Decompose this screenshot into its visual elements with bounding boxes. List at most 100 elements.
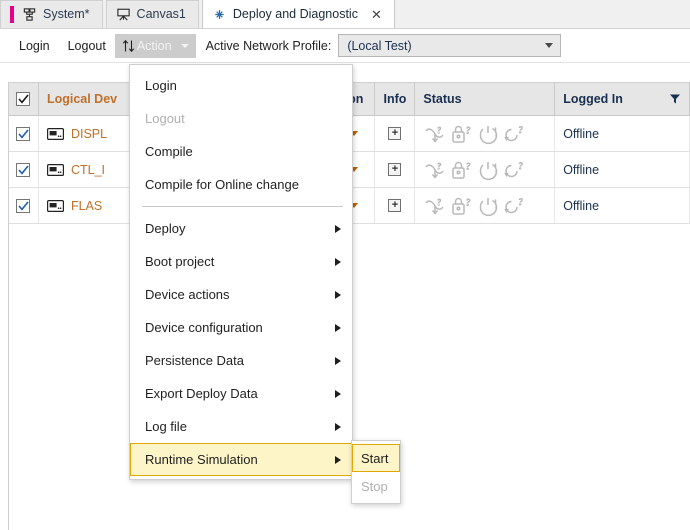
- action-menu: Login Logout Compile Compile for Online …: [129, 64, 353, 480]
- menu-item-persistence-data[interactable]: Persistence Data: [130, 344, 352, 377]
- row-device-name: DISPL: [70, 126, 108, 141]
- menu-item-label: Export Deploy Data: [145, 386, 258, 401]
- menu-item-boot-project[interactable]: Boot project: [130, 245, 352, 278]
- chevron-down-icon: [180, 43, 189, 48]
- expand-plus-icon[interactable]: +: [388, 199, 402, 212]
- menu-item-label: Compile: [145, 144, 193, 159]
- header-info[interactable]: Info: [375, 83, 416, 115]
- menu-item-label: Logout: [145, 111, 185, 126]
- row-device-name: CTL_I: [70, 162, 105, 177]
- tab-deploy-and-diagnostic[interactable]: Deploy and Diagnostic ✕: [201, 0, 395, 28]
- header-logged-in[interactable]: Logged In: [555, 83, 690, 115]
- lock-question-icon[interactable]: [450, 159, 475, 181]
- row-status-cell: [415, 152, 556, 187]
- chevron-right-icon: [335, 257, 341, 266]
- menu-item-deploy[interactable]: Deploy: [130, 212, 352, 245]
- login-button-label: Login: [19, 38, 50, 53]
- toolbar: Login Logout Action Active Network Profi…: [0, 29, 690, 63]
- runtime-simulation-submenu: Start Stop: [351, 440, 401, 504]
- refresh-question-icon[interactable]: [504, 123, 529, 145]
- power-warning-icon[interactable]: [477, 159, 502, 181]
- system-icon: [23, 8, 36, 21]
- menu-item-label: Device actions: [145, 287, 230, 302]
- menu-item-login[interactable]: Login: [130, 69, 352, 102]
- menu-item-compile-for-online-change[interactable]: Compile for Online change: [130, 168, 352, 201]
- lock-question-icon[interactable]: [450, 123, 475, 145]
- tab-strip: System* Canvas1 Deploy and Diagnostic ✕: [0, 0, 690, 29]
- menu-item-export-deploy-data[interactable]: Export Deploy Data: [130, 377, 352, 410]
- menu-item-device-configuration[interactable]: Device configuration: [130, 311, 352, 344]
- row-device-name: FLAS: [70, 198, 103, 213]
- row-status-cell: [415, 188, 556, 223]
- menu-item-label: Compile for Online change: [145, 177, 299, 192]
- tab-canvas1[interactable]: Canvas1: [105, 0, 199, 28]
- row-logged-in-cell: Offline: [555, 116, 690, 151]
- tab-close-icon[interactable]: ✕: [371, 8, 382, 21]
- row-logged-in-cell: Offline: [555, 152, 690, 187]
- menu-item-logout: Logout: [130, 102, 352, 135]
- canvas-easel-icon: [116, 8, 130, 21]
- action-dropdown-button[interactable]: Action: [114, 33, 196, 58]
- submenu-item-label: Stop: [361, 478, 388, 494]
- download-arrow-icon[interactable]: [423, 195, 448, 217]
- lock-question-icon[interactable]: [450, 195, 475, 217]
- row-checkbox[interactable]: [16, 162, 31, 177]
- logout-button-label: Logout: [67, 38, 106, 53]
- menu-item-label: Device configuration: [145, 320, 263, 335]
- row-status-cell: [415, 116, 556, 151]
- expand-plus-icon[interactable]: +: [388, 127, 402, 140]
- power-warning-icon[interactable]: [477, 195, 502, 217]
- download-arrow-icon[interactable]: [423, 159, 448, 181]
- row-checkbox-cell[interactable]: [9, 188, 39, 223]
- chevron-right-icon: [335, 356, 341, 365]
- filter-icon[interactable]: [669, 93, 681, 105]
- device-icon: [46, 199, 64, 212]
- refresh-question-icon[interactable]: [504, 195, 529, 217]
- header-logged-in-label: Logged In: [563, 92, 623, 106]
- header-status[interactable]: Status: [415, 83, 556, 115]
- expand-plus-icon[interactable]: +: [388, 163, 402, 176]
- tab-system[interactable]: System*: [0, 0, 103, 28]
- system-accent-bar: [10, 6, 14, 23]
- device-icon: [46, 127, 64, 140]
- row-checkbox-cell[interactable]: [9, 116, 39, 151]
- menu-item-log-file[interactable]: Log file: [130, 410, 352, 443]
- menu-item-compile[interactable]: Compile: [130, 135, 352, 168]
- chevron-right-icon: [335, 290, 341, 299]
- row-logged-in-cell: Offline: [555, 188, 690, 223]
- menu-separator: [142, 206, 343, 207]
- submenu-item-label: Start: [361, 450, 389, 466]
- power-warning-icon[interactable]: [477, 123, 502, 145]
- row-info-cell[interactable]: +: [375, 116, 416, 151]
- login-button[interactable]: Login: [10, 34, 59, 58]
- menu-item-label: Login: [145, 78, 177, 93]
- row-info-cell[interactable]: +: [375, 188, 416, 223]
- refresh-question-icon[interactable]: [504, 159, 529, 181]
- chevron-down-icon: [545, 43, 554, 48]
- logout-button[interactable]: Logout: [59, 34, 115, 58]
- menu-item-label: Persistence Data: [145, 353, 244, 368]
- chevron-right-icon: [335, 389, 341, 398]
- row-checkbox[interactable]: [16, 126, 31, 141]
- menu-item-label: Boot project: [145, 254, 215, 269]
- active-network-profile-select[interactable]: (Local Test): [338, 34, 562, 57]
- download-arrow-icon[interactable]: [423, 123, 448, 145]
- menu-item-label: Runtime Simulation: [145, 452, 258, 467]
- row-checkbox[interactable]: [16, 198, 31, 213]
- chevron-right-icon: [335, 455, 341, 464]
- row-info-cell[interactable]: +: [375, 152, 416, 187]
- up-down-arrows-icon: [122, 39, 134, 52]
- active-network-profile-value: (Local Test): [347, 38, 412, 53]
- device-icon: [46, 163, 64, 176]
- select-all-checkbox[interactable]: [16, 92, 31, 106]
- action-button-label: Action: [136, 38, 172, 53]
- row-checkbox-cell[interactable]: [9, 152, 39, 187]
- tab-canvas1-label: Canvas1: [136, 7, 186, 22]
- chevron-right-icon: [335, 422, 341, 431]
- menu-item-device-actions[interactable]: Device actions: [130, 278, 352, 311]
- tab-deploy-and-diagnostic-label: Deploy and Diagnostic: [232, 6, 358, 21]
- submenu-item-stop: Stop: [352, 472, 400, 500]
- header-select-all[interactable]: [9, 83, 39, 115]
- menu-item-runtime-simulation[interactable]: Runtime Simulation: [130, 443, 352, 476]
- submenu-item-start[interactable]: Start: [352, 444, 400, 472]
